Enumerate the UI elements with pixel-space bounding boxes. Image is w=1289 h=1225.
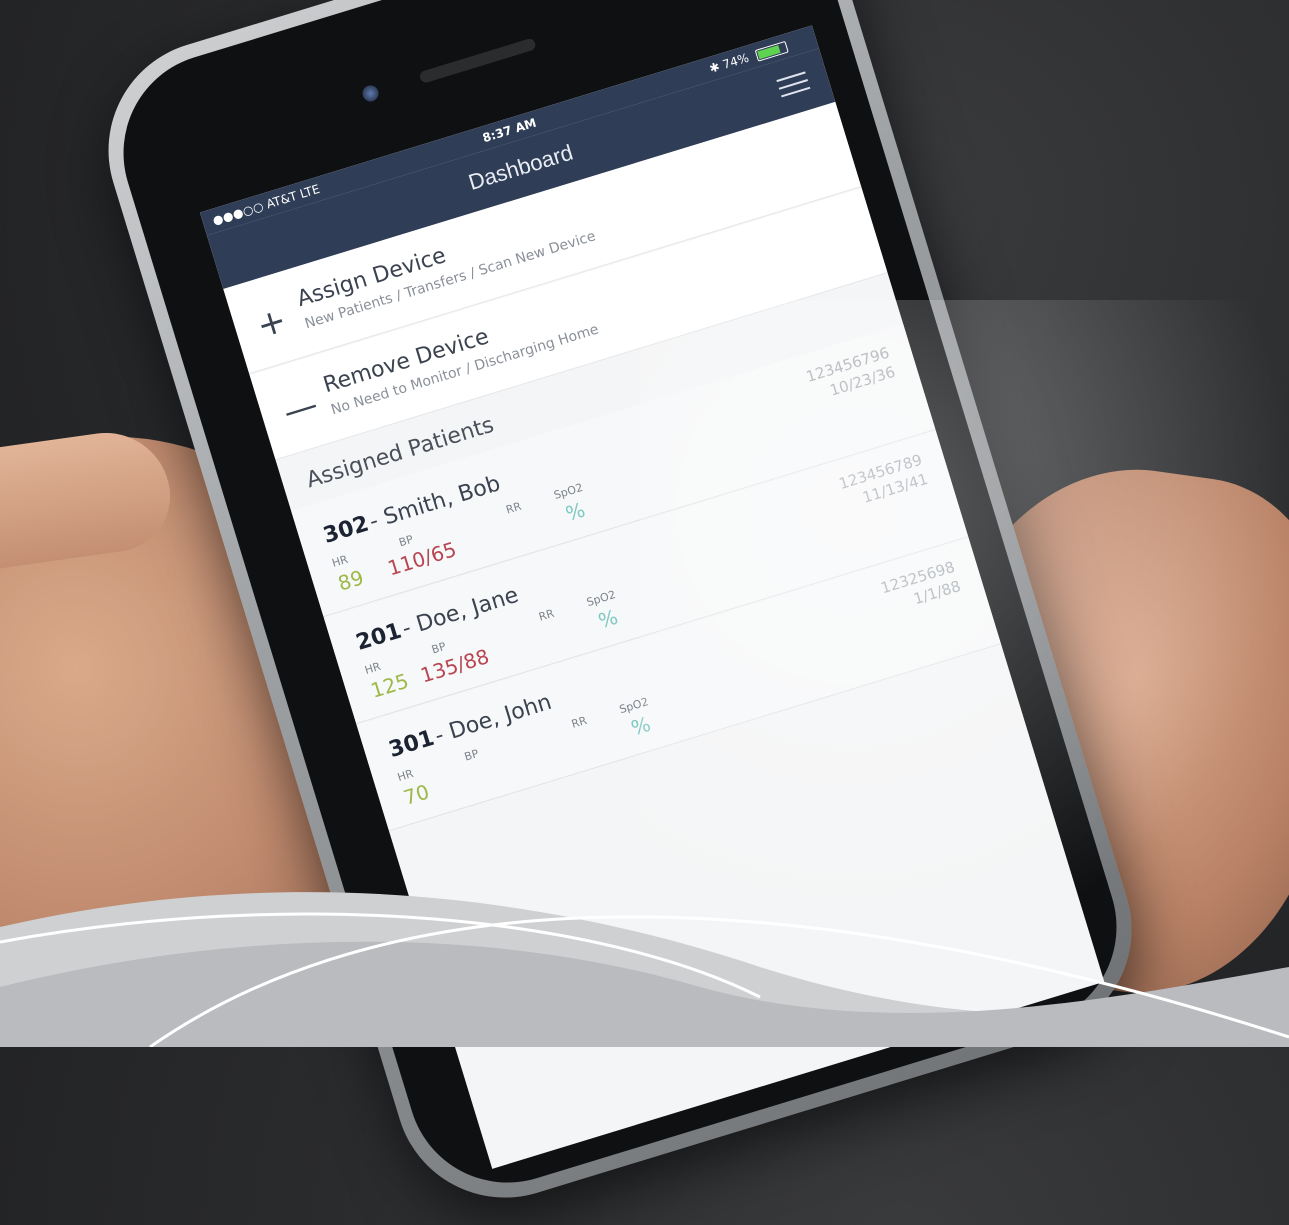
front-camera-icon bbox=[360, 83, 381, 104]
spo2-value: % bbox=[562, 497, 588, 527]
plus-icon: + bbox=[252, 300, 292, 347]
bp-label: BP bbox=[397, 532, 415, 550]
hr-value: 70 bbox=[400, 779, 432, 810]
patient-room: 301 bbox=[385, 725, 438, 764]
hr-value: 89 bbox=[335, 565, 367, 596]
battery-fill bbox=[757, 45, 781, 60]
patient-room: 201 bbox=[353, 618, 405, 656]
minus-icon: — bbox=[278, 384, 323, 433]
decorative-waves bbox=[0, 892, 1289, 1047]
patient-name: - Doe, Jane bbox=[399, 582, 522, 642]
spo2-value: % bbox=[628, 711, 654, 741]
patient-room: 302 bbox=[320, 511, 372, 549]
rr-label: RR bbox=[504, 499, 523, 517]
bp-label: BP bbox=[430, 639, 448, 657]
spo2-value: % bbox=[595, 604, 621, 634]
patient-name: - Doe, John bbox=[431, 689, 555, 749]
battery-percent: 74% bbox=[720, 50, 751, 72]
speaker-grille bbox=[418, 37, 537, 84]
bp-label: BP bbox=[462, 747, 481, 764]
hr-label: HR bbox=[330, 552, 350, 570]
bp-value: 110/65 bbox=[384, 536, 460, 581]
hr-label: HR bbox=[363, 659, 383, 677]
rr-label: RR bbox=[537, 606, 556, 624]
hr-label: HR bbox=[395, 766, 415, 785]
rr-label: RR bbox=[569, 713, 589, 731]
bp-value: 135/88 bbox=[417, 644, 492, 688]
patient-name: - Smith, Bob bbox=[366, 471, 504, 535]
